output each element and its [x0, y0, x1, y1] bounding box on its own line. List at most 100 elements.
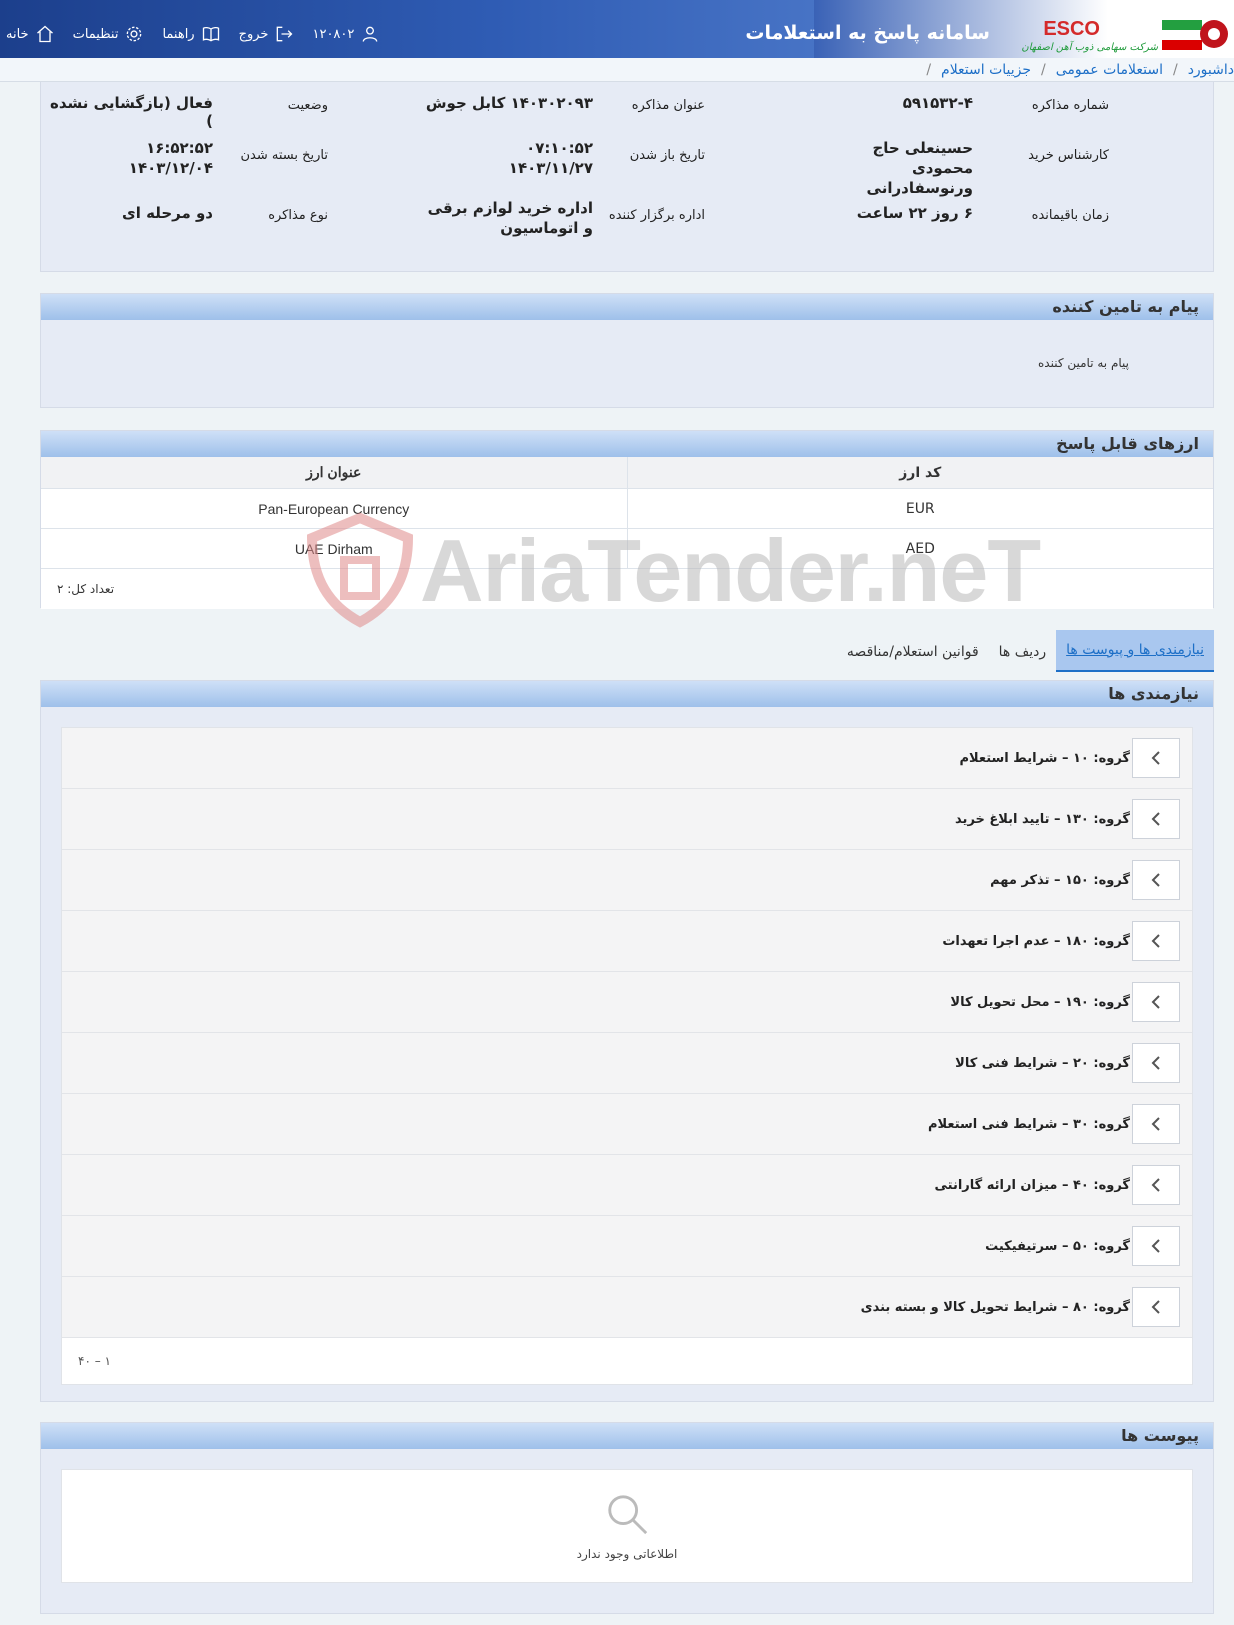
nav-settings[interactable]: تنظیمات — [73, 24, 145, 44]
top-nav: خانه تنظیمات راهنما خروج ۱۲۰۸۰۲ — [0, 20, 380, 48]
tab-requirements-attachments[interactable]: نیازمندی ها و پیوست ها — [1056, 630, 1214, 672]
group-label: گروه: ۸۰ – شرایط تحویل کالا و بسته بندی — [860, 1299, 1130, 1315]
tab-rules[interactable]: قوانین استعلام/مناقصه — [837, 630, 989, 672]
close-time: ۱۶:۵۲:۵۲ — [146, 139, 213, 157]
list-item[interactable]: گروه: ۱۰ – شرایط استعلام — [62, 728, 1192, 789]
list-item[interactable]: گروه: ۲۰ – شرایط فنی کالا — [62, 1033, 1192, 1094]
expand-button[interactable] — [1132, 1165, 1180, 1205]
gear-icon — [127, 26, 142, 42]
table-total: تعداد کل: ۲ — [57, 582, 115, 596]
currencies-title: ارزهای قابل پاسخ — [41, 431, 1213, 457]
close-date-key: تاریخ بسته شدن — [240, 148, 328, 163]
chevron-left-icon — [1151, 995, 1160, 1009]
breadcrumb-separator: / — [1172, 61, 1178, 78]
chevron-left-icon — [1151, 1239, 1160, 1253]
chevron-left-icon — [1151, 1178, 1160, 1192]
attachments-empty: اطلاعاتی وجود ندارد — [61, 1469, 1193, 1583]
chevron-left-icon — [1151, 873, 1160, 887]
chevron-left-icon — [1151, 751, 1160, 765]
requirements-list: گروه: ۱۰ – شرایط استعلام گروه: ۱۳۰ – تای… — [61, 727, 1193, 1385]
currency-name: Pan-European Currency — [258, 500, 410, 517]
breadcrumb: داشبورد / استعلامات عمومی / جزییات استعل… — [0, 58, 1234, 82]
negotiation-no-value: ۵۹۱۵۳۲-۴ — [902, 94, 973, 112]
company-emblem-icon — [1162, 20, 1228, 50]
table-row[interactable]: AED UAE Dirham — [41, 529, 1213, 569]
nav-home-label: خانه — [6, 26, 29, 42]
breadcrumb-separator: / — [1041, 61, 1046, 78]
expand-button[interactable] — [1132, 860, 1180, 900]
nav-help[interactable]: راهنما — [162, 24, 220, 44]
nav-logout[interactable]: خروج — [239, 24, 295, 44]
expert-value: حسینعلی حاج محمودی ورنوسفادرانی — [866, 139, 973, 197]
requirements-panel: نیازمندی ها گروه: ۱۰ – شرایط استعلام گرو… — [40, 680, 1214, 1402]
expand-button[interactable] — [1132, 921, 1180, 961]
expand-button[interactable] — [1132, 1226, 1180, 1266]
close-date: ۱۴۰۳/۱۲/۰۴ — [128, 159, 213, 177]
group-label: گروه: ۲۰ – شرایط فنی کالا — [955, 1055, 1130, 1071]
book-icon — [202, 26, 219, 42]
group-label: گروه: ۴۰ – میزان ارائه گارانتی — [934, 1177, 1131, 1193]
empty-message: اطلاعاتی وجود ندارد — [576, 1547, 678, 1561]
inquiry-info-panel: شماره مذاکره ۵۹۱۵۳۲-۴ عنوان مذاکره ۱۴۰۳۰… — [40, 82, 1214, 272]
supplier-message-panel: پیام به تامین کننده پیام به تامین کننده — [40, 293, 1214, 408]
attachments-panel: پیوست ها اطلاعاتی وجود ندارد — [40, 1422, 1214, 1614]
nav-user[interactable]: ۱۲۰۸۰۲ — [312, 24, 380, 44]
group-label: گروه: ۳۰ – شرایط فنی استعلام — [927, 1116, 1130, 1132]
list-item[interactable]: گروه: ۱۹۰ – محل تحویل کالا — [62, 972, 1192, 1033]
tab-rows[interactable]: ردیف ها — [989, 630, 1056, 672]
chevron-left-icon — [1151, 1300, 1160, 1314]
app-title: سامانه پاسخ به استعلامات — [745, 22, 990, 44]
expand-button[interactable] — [1132, 738, 1180, 778]
search-icon — [608, 1495, 648, 1535]
table-row[interactable]: EUR Pan-European Currency — [41, 489, 1213, 529]
expand-button[interactable] — [1132, 1104, 1180, 1144]
col-currency-code: کد ارز — [626, 457, 1214, 488]
user-icon — [363, 26, 378, 42]
organizer-key: اداره برگزار کننده — [608, 208, 705, 223]
negotiation-title-key: عنوان مذاکره — [631, 98, 705, 113]
list-item[interactable]: گروه: ۱۸۰ – عدم اجرا تعهدات — [62, 911, 1192, 972]
list-item[interactable]: گروه: ۱۵۰ – تذکر مهم — [62, 850, 1192, 911]
company-subtitle: شرکت سهامی ذوب آهن اصفهان — [1021, 42, 1158, 53]
col-currency-name: عنوان ارز — [306, 464, 362, 480]
chevron-left-icon — [1151, 1056, 1160, 1070]
supplier-message-title: پیام به تامین کننده — [41, 294, 1213, 320]
attachments-title: پیوست ها — [41, 1423, 1213, 1449]
breadcrumb-dashboard[interactable]: داشبورد — [1188, 62, 1234, 78]
nav-help-label: راهنما — [162, 26, 195, 42]
list-item[interactable]: گروه: ۸۰ – شرایط تحویل کالا و بسته بندی — [62, 1277, 1192, 1338]
status-key: وضعیت — [287, 98, 328, 113]
breadcrumb-inquiry-details[interactable]: جزییات استعلام — [941, 62, 1031, 78]
open-date-value: ۰۷:۱۰:۵۲ ۱۴۰۳/۱۱/۲۷ — [509, 138, 593, 178]
expand-button[interactable] — [1132, 1287, 1180, 1327]
requirements-title: نیازمندی ها — [41, 681, 1213, 707]
close-date-value: ۱۶:۵۲:۵۲ ۱۴۰۳/۱۲/۰۴ — [129, 138, 213, 178]
nav-home[interactable]: خانه — [6, 24, 55, 44]
remaining-key: زمان باقیمانده — [1031, 208, 1109, 223]
expand-button[interactable] — [1132, 799, 1180, 839]
list-item[interactable]: گروه: ۳۰ – شرایط فنی استعلام — [62, 1094, 1192, 1155]
group-label: گروه: ۱۰ – شرایط استعلام — [959, 750, 1130, 766]
organizer-value: اداره خرید لوازم برقی و اتوماسیون — [427, 199, 593, 237]
chevron-left-icon — [1151, 1117, 1160, 1131]
table-header: کد ارز عنوان ارز — [41, 457, 1213, 489]
list-item[interactable]: گروه: ۵۰ – سرتیفیکیت — [62, 1216, 1192, 1277]
list-item[interactable]: گروه: ۴۰ – میزان ارائه گارانتی — [62, 1155, 1192, 1216]
negotiation-no-key: شماره مذاکره — [1031, 98, 1109, 113]
breadcrumb-public-inquiries[interactable]: استعلامات عمومی — [1056, 62, 1163, 78]
list-item[interactable]: گروه: ۱۳۰ – تایید ابلاغ خرید — [62, 789, 1192, 850]
open-date-key: تاریخ باز شدن — [629, 148, 705, 163]
expand-button[interactable] — [1132, 982, 1180, 1022]
chevron-left-icon — [1151, 934, 1160, 948]
expand-button[interactable] — [1132, 1043, 1180, 1083]
type-value: دو مرحله ای — [121, 204, 213, 222]
home-icon — [36, 25, 53, 43]
currency-code: EUR — [626, 489, 1214, 528]
detail-tabs: نیازمندی ها و پیوست ها ردیف ها قوانین اس… — [837, 630, 1214, 672]
supplier-message-label: پیام به تامین کننده — [1038, 356, 1129, 370]
open-time: ۰۷:۱۰:۵۲ — [526, 139, 593, 157]
group-label: گروه: ۱۸۰ – عدم اجرا تعهدات — [942, 933, 1130, 949]
esco-logo: ESCO — [1043, 18, 1100, 40]
type-key: نوع مذاکره — [268, 208, 328, 223]
currency-code: AED — [626, 529, 1214, 568]
